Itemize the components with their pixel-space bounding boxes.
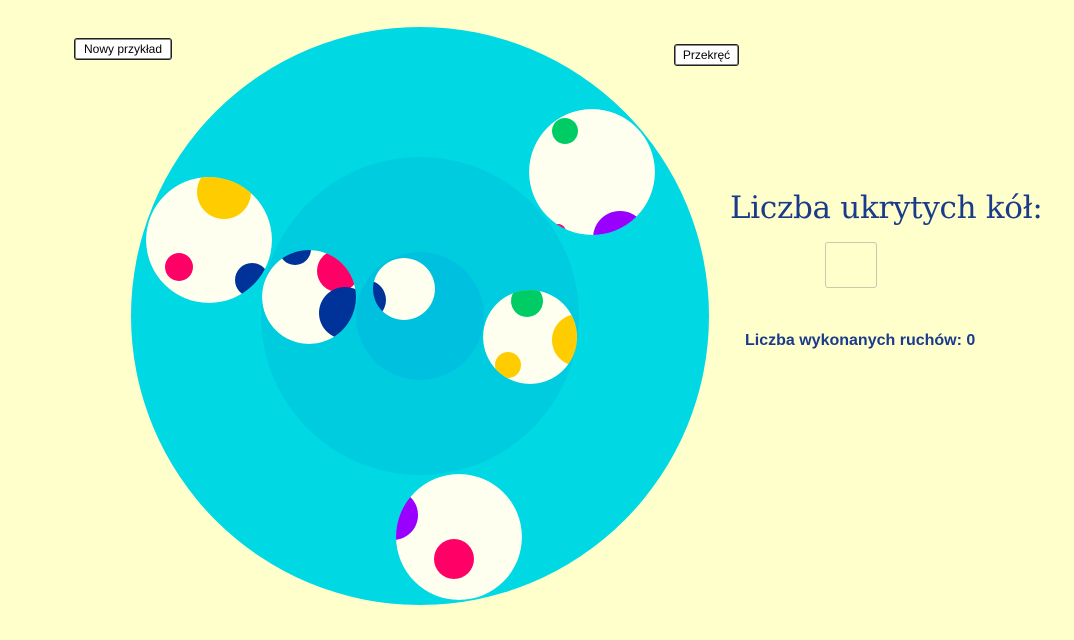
moves-counter: Liczba wykonanych ruchów: 0 [745, 332, 975, 350]
hidden-circles-answer-input[interactable] [825, 242, 877, 288]
pink-dot [434, 539, 474, 579]
pink-dot [165, 253, 193, 281]
green-dot [552, 118, 578, 144]
puzzle-board[interactable] [0, 0, 740, 640]
hidden-circles-label: Liczba ukrytych kół: [730, 190, 1043, 226]
moves-count: 0 [966, 332, 976, 349]
moves-label: Liczba wykonanych ruchów: [745, 332, 962, 349]
